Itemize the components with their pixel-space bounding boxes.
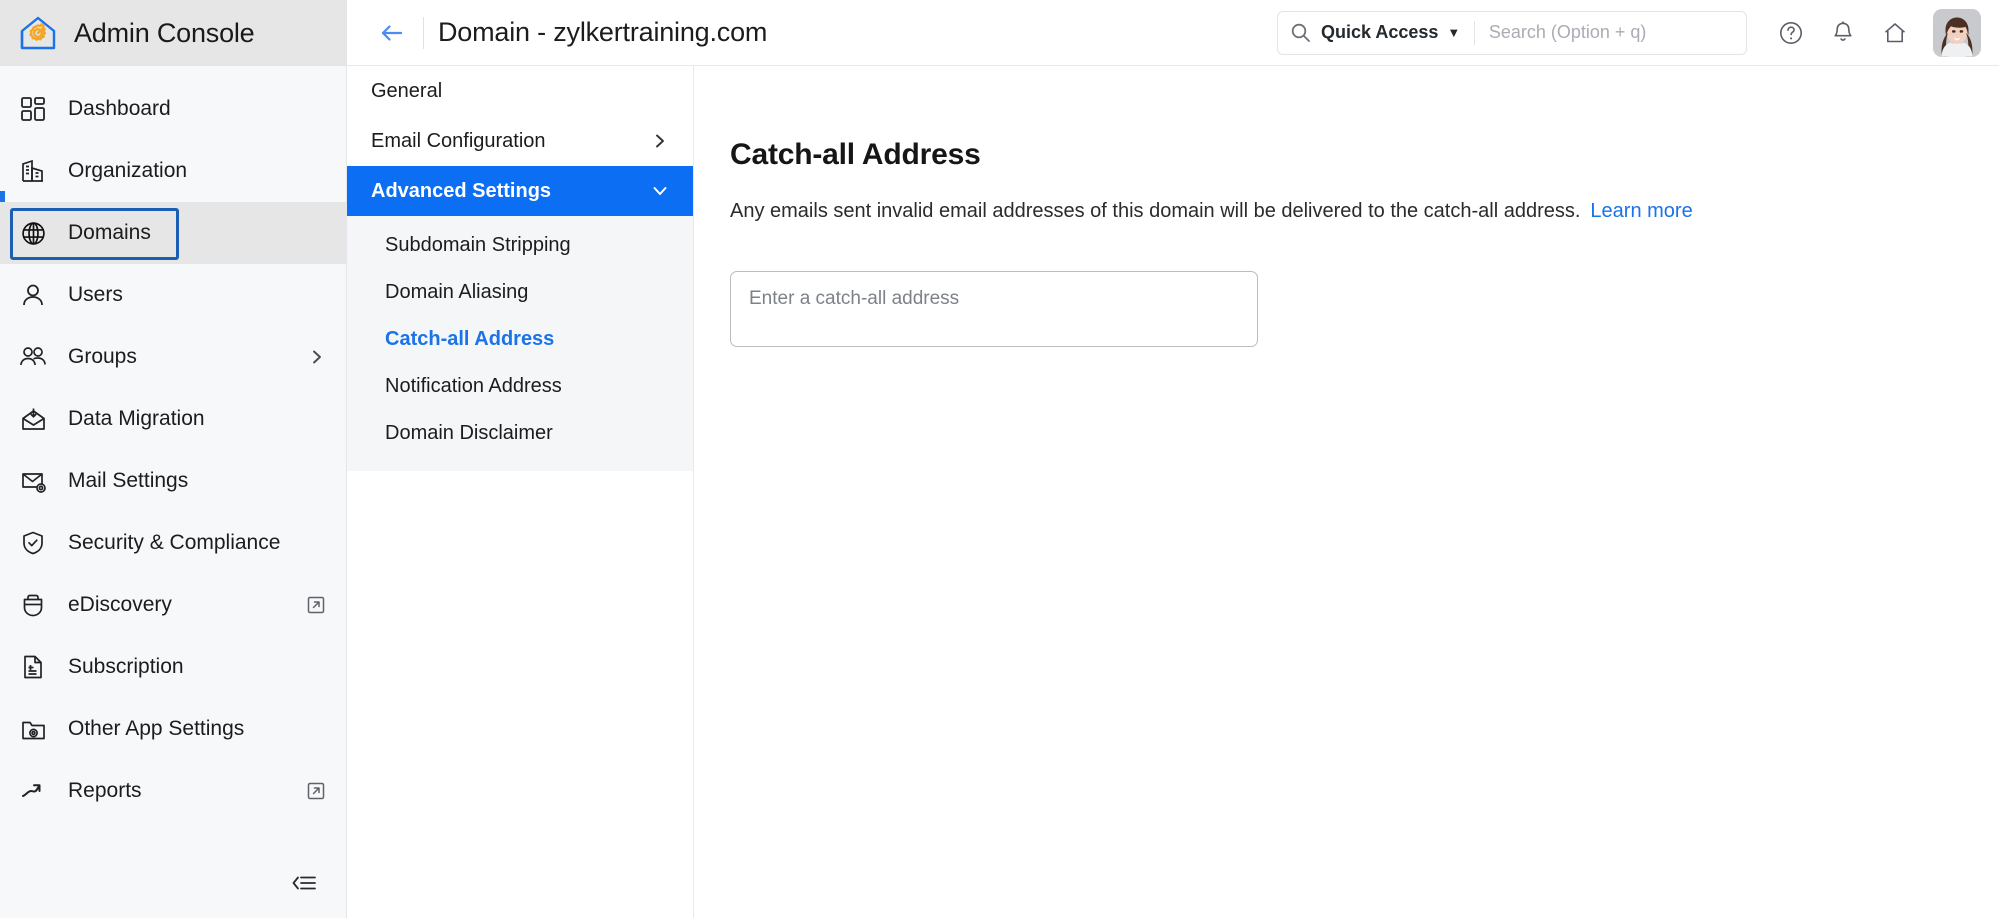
sidebar-item-label: Groups [68, 345, 137, 368]
chevron-right-icon [651, 132, 669, 150]
folder-gear-icon [16, 712, 50, 746]
brand-title: Admin Console [74, 17, 255, 48]
sidebar-item-reports[interactable]: Reports [0, 760, 346, 822]
midnav-item-label: Advanced Settings [371, 179, 552, 202]
main-content: Catch-all Address Any emails sent invali… [694, 66, 1999, 918]
sidebar-item-label: Domains [68, 221, 151, 244]
midnav-item-label: Email Configuration [371, 129, 546, 152]
sidebar-item-label: Organization [68, 159, 188, 182]
submenu-item-label: Catch-all Address [385, 328, 555, 350]
midnav-item-label: General [371, 79, 443, 102]
bell-icon[interactable] [1817, 7, 1869, 59]
sidebar-item-dashboard[interactable]: Dashboard [0, 78, 346, 140]
briefcase-icon [16, 588, 50, 622]
content-description: Any emails sent invalid email addresses … [730, 197, 1999, 225]
help-circle-icon[interactable] [1765, 7, 1817, 59]
right-region: Domain - zylkertraining.com Quick Access… [347, 0, 1999, 918]
trend-up-icon [16, 774, 50, 808]
search-divider [1474, 20, 1475, 45]
sidebar-item-groups[interactable]: Groups [0, 326, 346, 388]
home-icon[interactable] [1869, 7, 1921, 59]
submenu-item-label: Notification Address [385, 375, 562, 397]
sidebar-item-other-app-settings[interactable]: Other App Settings [0, 698, 346, 760]
avatar[interactable] [1933, 8, 1981, 57]
submenu-item-label: Domain Aliasing [385, 281, 529, 303]
invoice-icon [16, 650, 50, 684]
chevron-right-icon [308, 348, 326, 366]
sidebar-item-label: Subscription [68, 655, 184, 678]
submenu-item-subdomain-stripping[interactable]: Subdomain Stripping [347, 222, 693, 269]
sidebar-item-label: Users [68, 283, 123, 306]
sidebar-item-label: Mail Settings [68, 469, 189, 492]
topbar-actions: Quick Access ▼ [1277, 7, 1981, 59]
building-icon [16, 154, 50, 188]
content-title: Catch-all Address [730, 138, 981, 171]
advanced-settings-submenu: Subdomain Stripping Domain Aliasing Catc… [347, 216, 693, 471]
body-region: General Email Configuration Advanced Set… [347, 66, 1999, 918]
house-gear-icon [16, 11, 60, 55]
sidebar-item-subscription[interactable]: Subscription [0, 636, 346, 698]
catch-all-address-input[interactable] [730, 271, 1258, 347]
brand-header[interactable]: Admin Console [0, 0, 346, 66]
submenu-item-notification-address[interactable]: Notification Address [347, 363, 693, 410]
mail-gear-icon [16, 464, 50, 498]
page-title: Domain - zylkertraining.com [438, 17, 768, 47]
submenu-item-catch-all-address[interactable]: Catch-all Address [347, 316, 693, 363]
left-sidebar: Admin Console Dashboard Organization Dom… [0, 0, 347, 918]
description-text: Any emails sent invalid email addresses … [730, 200, 1581, 222]
sidebar-item-data-migration[interactable]: Data Migration [0, 388, 346, 450]
collapse-sidebar-row [0, 848, 346, 918]
submenu-item-domain-disclaimer[interactable]: Domain Disclaimer [347, 410, 693, 457]
submenu-item-domain-aliasing[interactable]: Domain Aliasing [347, 269, 693, 316]
learn-more-link[interactable]: Learn more [1590, 200, 1692, 222]
search-icon [1290, 22, 1311, 43]
topbar: Domain - zylkertraining.com Quick Access… [347, 0, 1999, 66]
sidebar-item-label: Security & Compliance [68, 531, 281, 554]
collapse-sidebar-icon[interactable] [290, 872, 318, 894]
sidebar-item-label: Reports [68, 779, 142, 802]
sidebar-item-users[interactable]: Users [0, 264, 346, 326]
sidebar-item-security-compliance[interactable]: Security & Compliance [0, 512, 346, 574]
midnav-item-email-configuration[interactable]: Email Configuration [347, 116, 693, 166]
sidebar-nav: Dashboard Organization Domains Users Gro… [0, 66, 346, 848]
midnav-item-advanced-settings[interactable]: Advanced Settings [347, 166, 693, 216]
chevron-down-icon[interactable]: ▼ [1447, 26, 1460, 39]
shield-check-icon [16, 526, 50, 560]
global-search[interactable]: Quick Access ▼ [1277, 10, 1747, 55]
external-link-icon [306, 595, 326, 615]
dashboard-grid-icon [16, 92, 50, 126]
submenu-item-label: Domain Disclaimer [385, 422, 553, 444]
topbar-divider [423, 16, 424, 49]
users-group-icon [16, 340, 50, 374]
external-link-icon [306, 781, 326, 801]
quick-access-label[interactable]: Quick Access [1321, 22, 1438, 43]
sidebar-item-label: Dashboard [68, 97, 171, 120]
back-arrow-icon[interactable] [369, 10, 415, 56]
search-input[interactable] [1488, 22, 1734, 43]
submenu-item-label: Subdomain Stripping [385, 234, 571, 256]
globe-icon [16, 216, 50, 250]
sidebar-item-label: eDiscovery [68, 593, 172, 616]
sidebar-item-mail-settings[interactable]: Mail Settings [0, 450, 346, 512]
user-icon [16, 278, 50, 312]
sidebar-item-domains[interactable]: Domains [0, 202, 346, 264]
domain-settings-nav: General Email Configuration Advanced Set… [347, 66, 694, 918]
sidebar-item-ediscovery[interactable]: eDiscovery [0, 574, 346, 636]
sidebar-item-label: Other App Settings [68, 717, 245, 740]
sidebar-item-label: Data Migration [68, 407, 205, 430]
midnav-item-general[interactable]: General [347, 66, 693, 116]
app-root: Admin Console Dashboard Organization Dom… [0, 0, 1999, 918]
mail-download-icon [16, 402, 50, 436]
chevron-down-icon [651, 182, 669, 200]
sidebar-item-organization[interactable]: Organization [0, 140, 346, 202]
